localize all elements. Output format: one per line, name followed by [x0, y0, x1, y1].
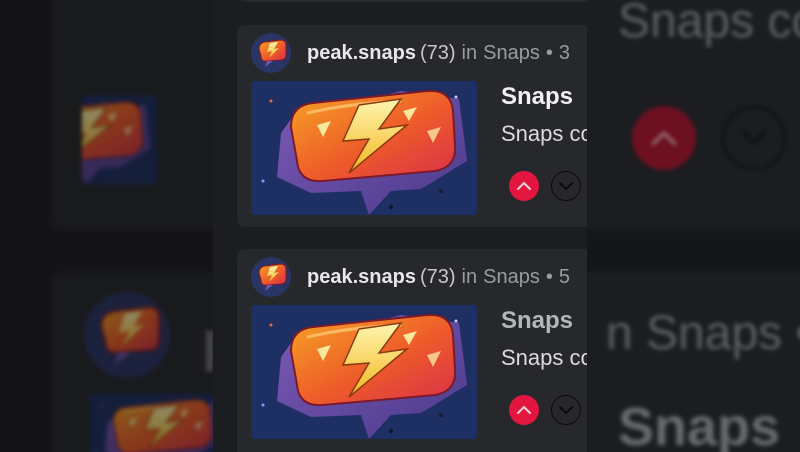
- community-link[interactable]: Snaps: [483, 266, 540, 289]
- upvote-button[interactable]: [509, 395, 539, 425]
- video-frame: Snaps co p n Snaps • 5 Snaps peak.snaps …: [0, 0, 800, 452]
- lightning-speech-bubble-icon: [251, 305, 477, 439]
- feed-panel[interactable]: peak.snaps (73) in Snaps • 3 Snaps Snaps…: [213, 0, 587, 452]
- avatar[interactable]: [251, 33, 291, 73]
- author-name[interactable]: peak.snaps: [307, 42, 416, 65]
- post-snippet: Snaps co: [501, 345, 587, 370]
- chevron-down-icon: [559, 182, 573, 191]
- community-link[interactable]: Snaps: [483, 42, 540, 65]
- post-thumbnail[interactable]: [251, 305, 477, 439]
- lightning-speech-bubble-icon: [251, 81, 477, 215]
- reputation: (73): [419, 265, 456, 288]
- in-label: in: [461, 41, 478, 64]
- avatar[interactable]: [251, 257, 291, 297]
- in-label: in: [461, 265, 478, 288]
- chevron-down-icon: [559, 406, 573, 415]
- post-snippet: Snaps co: [501, 121, 587, 146]
- post-title[interactable]: Snaps: [501, 83, 573, 111]
- post-thumbnail[interactable]: [251, 81, 477, 215]
- chevron-up-icon: [517, 181, 531, 190]
- right-shade: [587, 0, 800, 452]
- separator: •: [545, 41, 553, 64]
- post-card[interactable]: peak.snaps (73) in Snaps • 3 Snaps Snaps…: [237, 25, 587, 227]
- chevron-up-icon: [517, 405, 531, 414]
- reputation: (73): [419, 41, 456, 64]
- post-header: peak.snaps (73) in Snaps • 5: [251, 257, 570, 297]
- author-name[interactable]: peak.snaps: [307, 266, 416, 289]
- left-shade: [0, 0, 213, 452]
- post-card-partial[interactable]: [237, 0, 587, 2]
- post-age: 5: [558, 265, 570, 288]
- post-title[interactable]: Snaps: [501, 307, 573, 335]
- upvote-button[interactable]: [509, 171, 539, 201]
- post-header: peak.snaps (73) in Snaps • 3: [251, 33, 570, 73]
- separator: •: [545, 265, 553, 288]
- post-card[interactable]: peak.snaps (73) in Snaps • 5 Snaps Snaps…: [237, 249, 587, 452]
- post-age: 3: [558, 41, 570, 64]
- downvote-button[interactable]: [551, 395, 581, 425]
- downvote-button[interactable]: [551, 171, 581, 201]
